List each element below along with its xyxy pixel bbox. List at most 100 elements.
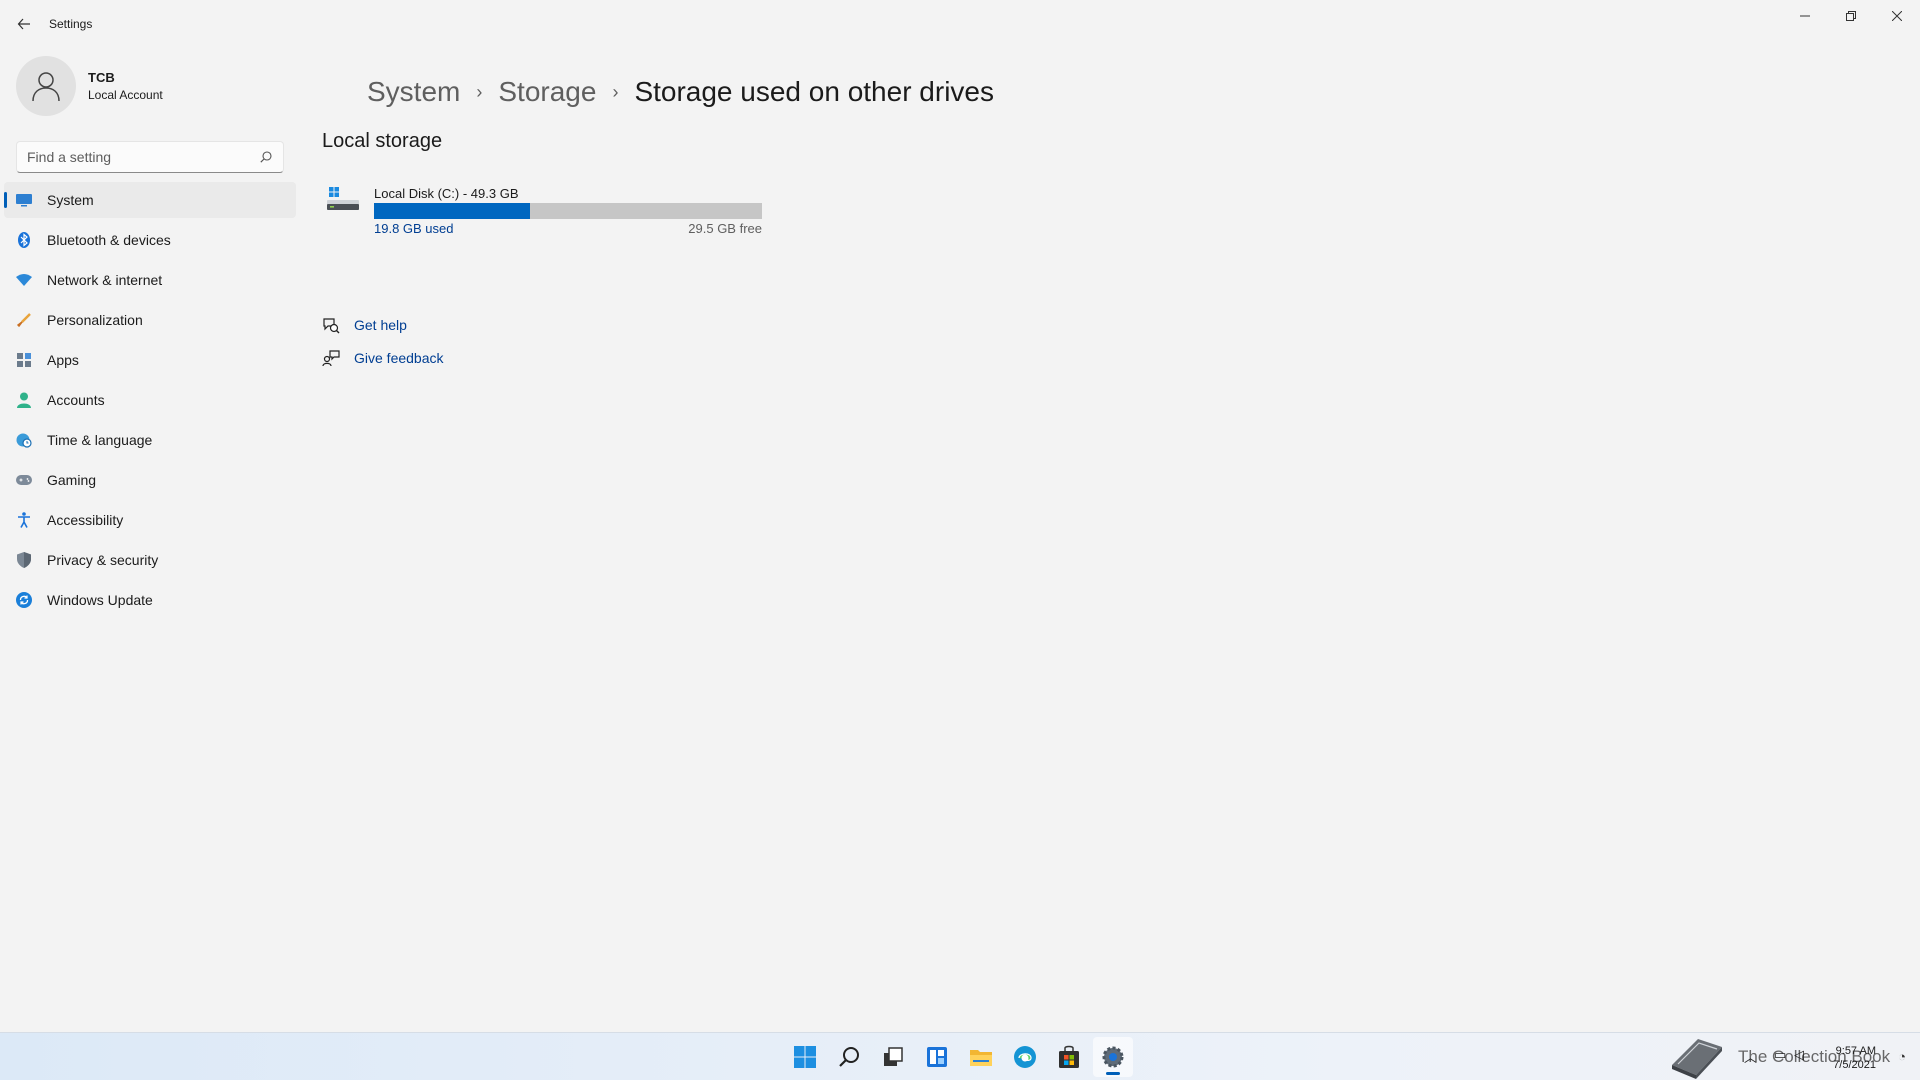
app-title: Settings: [49, 17, 93, 31]
window-controls: [1782, 0, 1920, 32]
minimize-icon: [1800, 15, 1810, 17]
sidebar-item-label: Time & language: [47, 432, 153, 448]
sidebar-item-personalization[interactable]: Personalization: [4, 302, 296, 338]
store-button[interactable]: [1049, 1037, 1089, 1077]
brush-icon: [16, 312, 32, 328]
breadcrumb-storage[interactable]: Storage: [498, 76, 596, 108]
start-icon: [794, 1046, 816, 1068]
taskbar-search-button[interactable]: [829, 1037, 869, 1077]
sidebar-item-label: Gaming: [47, 472, 97, 488]
globe-clock-icon: [16, 432, 32, 448]
title-bar: Settings: [0, 0, 1920, 48]
task-view-button[interactable]: [873, 1037, 913, 1077]
sidebar-item-gaming[interactable]: Gaming: [4, 462, 296, 498]
search-icon[interactable]: [259, 150, 273, 164]
give-feedback-link[interactable]: Give feedback: [322, 341, 444, 374]
sidebar-item-bluetooth[interactable]: Bluetooth & devices: [4, 222, 296, 258]
breadcrumb-separator: ›: [612, 81, 619, 102]
get-help-link[interactable]: Get help: [322, 308, 444, 341]
sidebar-item-label: Privacy & security: [47, 552, 159, 568]
settings-icon: [1102, 1046, 1124, 1068]
page-title: Storage used on other drives: [634, 76, 994, 107]
volume-tray-icon[interactable]: ◁: [1794, 1047, 1804, 1063]
clock-date: 7/5/2021: [1833, 1059, 1876, 1071]
drive-free-label: 29.5 GB free: [688, 221, 762, 236]
back-arrow-icon: [17, 18, 30, 30]
store-icon: [1059, 1045, 1079, 1068]
sidebar-item-windows-update[interactable]: Windows Update: [4, 582, 296, 618]
user-profile[interactable]: TCB Local Account: [16, 56, 163, 116]
network-tray-icon[interactable]: ▭: [1774, 1047, 1786, 1063]
watermark-book-icon: [1668, 1035, 1724, 1080]
sidebar-item-apps[interactable]: Apps: [4, 342, 296, 378]
settings-button[interactable]: [1093, 1037, 1133, 1077]
accessibility-icon: [16, 512, 32, 528]
clock-time: 9:57 AM: [1835, 1045, 1876, 1057]
sidebar-item-label: Accessibility: [47, 512, 124, 528]
file-explorer-icon: [970, 1050, 992, 1066]
wifi-icon: [16, 272, 32, 288]
system-tray: The Collection Book ︿ ▭ ◁ 9:57 AM 7/5/20…: [1660, 1033, 1920, 1080]
task-view-icon: [884, 1047, 903, 1066]
storage-usage-bar-fill: [374, 203, 530, 219]
sidebar-item-network[interactable]: Network & internet: [4, 262, 296, 298]
breadcrumb: System › Storage › Storage used on other…: [367, 76, 994, 108]
sidebar-item-label: Bluetooth & devices: [47, 232, 171, 248]
drive-icon: [327, 186, 359, 214]
edge-icon: [1014, 1046, 1036, 1068]
breadcrumb-system[interactable]: System: [367, 76, 460, 108]
profile-name: TCB: [88, 70, 115, 85]
sidebar-item-label: Apps: [47, 352, 79, 368]
sidebar-item-accounts[interactable]: Accounts: [4, 382, 296, 418]
sidebar-item-label: System: [47, 192, 94, 208]
system-icon: [16, 192, 32, 208]
storage-usage-bar: [374, 203, 762, 219]
help-links: Get help Give feedback: [322, 308, 444, 374]
close-button[interactable]: [1874, 0, 1920, 32]
search-input[interactable]: [27, 149, 259, 165]
widgets-icon: [927, 1047, 947, 1067]
sidebar-item-time-language[interactable]: Time & language: [4, 422, 296, 458]
gamepad-icon: [16, 472, 32, 488]
apps-icon: [16, 352, 32, 368]
start-button[interactable]: [785, 1037, 825, 1077]
sidebar-item-label: Personalization: [47, 312, 143, 328]
search-box[interactable]: [16, 141, 284, 173]
search-icon: [839, 1047, 859, 1067]
bluetooth-icon: [16, 232, 32, 248]
profile-account-type: Local Account: [88, 88, 163, 102]
sidebar-item-privacy-security[interactable]: Privacy & security: [4, 542, 296, 578]
update-icon: [16, 592, 32, 608]
get-help-icon: [322, 316, 340, 334]
sidebar-item-label: Windows Update: [47, 592, 153, 608]
drive-name: Local Disk (C:) - 49.3 GB: [374, 186, 519, 201]
notifications-icon[interactable]: ◔: [1898, 1049, 1906, 1064]
person-icon: [32, 72, 60, 102]
sidebar-nav: System Bluetooth & devices Network & int…: [4, 182, 296, 622]
edge-button[interactable]: [1005, 1037, 1045, 1077]
drive-used-label: 19.8 GB used: [374, 221, 454, 236]
sidebar-item-accessibility[interactable]: Accessibility: [4, 502, 296, 538]
avatar: [16, 56, 76, 116]
taskbar: The Collection Book ︿ ▭ ◁ 9:57 AM 7/5/20…: [0, 1032, 1920, 1080]
breadcrumb-separator: ›: [476, 81, 483, 102]
feedback-icon: [322, 349, 340, 367]
restore-icon: [1846, 11, 1856, 21]
sidebar-item-system[interactable]: System: [4, 182, 296, 218]
accounts-icon: [16, 392, 32, 408]
file-explorer-button[interactable]: [961, 1037, 1001, 1077]
chevron-up-icon[interactable]: ︿: [1744, 1047, 1757, 1066]
minimize-button[interactable]: [1782, 0, 1828, 32]
widgets-button[interactable]: [917, 1037, 957, 1077]
taskbar-apps: [785, 1037, 1137, 1077]
shield-icon: [16, 552, 32, 568]
close-icon: [1892, 11, 1902, 21]
give-feedback-label: Give feedback: [354, 349, 444, 366]
drive-item[interactable]: Local Disk (C:) - 49.3 GB 19.8 GB used 2…: [327, 183, 767, 243]
section-title-local-storage: Local storage: [322, 130, 443, 152]
sidebar-item-label: Network & internet: [47, 272, 163, 288]
restore-button[interactable]: [1828, 0, 1874, 32]
sidebar-item-label: Accounts: [47, 392, 105, 408]
back-button[interactable]: [10, 10, 38, 38]
taskbar-clock[interactable]: 9:57 AM 7/5/2021: [1833, 1044, 1876, 1072]
